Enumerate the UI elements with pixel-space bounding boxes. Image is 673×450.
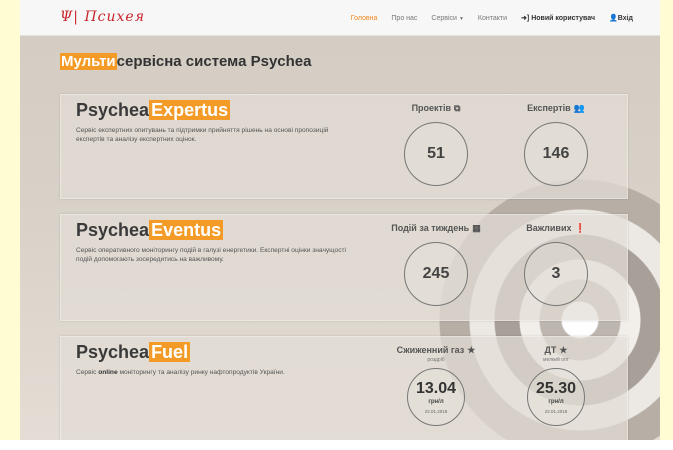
star-icon: ★ bbox=[559, 345, 568, 355]
stat-label-text: Важливих bbox=[526, 223, 572, 233]
stat-unit: грн/л bbox=[428, 398, 444, 405]
stat-value: 25.30 bbox=[535, 379, 577, 397]
calendar-icon: ▦ bbox=[472, 223, 481, 233]
star-icon: ★ bbox=[467, 345, 476, 355]
nav-login[interactable]: 👤Вхід bbox=[602, 14, 640, 22]
page-frame: Ψ| Психея Головна Про нас Сервіси ▼ Конта… bbox=[20, 0, 660, 440]
stat-label: Експертів 👥 bbox=[496, 103, 616, 114]
stat-diesel: ДТ ★ мелкий опт 25.30 грн/л 22.01.2018 bbox=[496, 345, 616, 426]
nav-about[interactable]: Про нас bbox=[384, 15, 424, 22]
nav-services-label: Сервіси bbox=[431, 14, 457, 22]
panel-title-highlight: Expertus bbox=[149, 100, 231, 120]
panel-expertus: Psychea Expertus Сервіс експертних опитув… bbox=[60, 94, 628, 199]
stat-label-text: ДТ bbox=[544, 345, 557, 355]
stat-value: 51 bbox=[427, 145, 445, 162]
navbar: Ψ| Психея Головна Про нас Сервіси ▼ Конта… bbox=[20, 0, 660, 36]
page-title: Мультисервісна система Psychea bbox=[60, 53, 311, 70]
sign-in-icon: ➜] bbox=[521, 15, 532, 22]
desc-post: моніторингу та аналізу ринку нафтопродук… bbox=[117, 369, 285, 376]
panel-title-prefix: Psychea bbox=[76, 342, 150, 362]
panel-description: Сервіс експертних опитувань та підтримки… bbox=[76, 127, 329, 143]
stat-value: 245 bbox=[422, 265, 450, 282]
stat-circle: 13.04 грн/л 22.01.2018 bbox=[407, 368, 465, 426]
stat-label-text: Сжиженний газ bbox=[396, 345, 465, 355]
panel-description: Сервіс online моніторингу та аналізу рин… bbox=[76, 368, 346, 377]
nav-home[interactable]: Головна bbox=[344, 15, 385, 22]
stat-value: 146 bbox=[542, 145, 570, 162]
nav-new-user-label: Новий користувач bbox=[531, 15, 596, 22]
stat-circle: 25.30 грн/л 22.01.2018 bbox=[527, 368, 585, 426]
page-title-highlight: Мульти bbox=[60, 53, 117, 70]
stat-label: Проектів ⧉ bbox=[376, 103, 496, 114]
panel-title-prefix: Psychea bbox=[76, 100, 150, 120]
panel-title[interactable]: Psychea Fuel bbox=[76, 342, 191, 363]
bottom-strip bbox=[0, 440, 673, 450]
nav-services[interactable]: Сервіси ▼ bbox=[424, 15, 470, 22]
nav-links: Головна Про нас Сервіси ▼ Контакти ➜] Нов… bbox=[344, 0, 640, 36]
panel-title-prefix: Psychea bbox=[76, 220, 150, 240]
stat-value: 13.04 bbox=[415, 379, 457, 397]
panel-title-highlight: Eventus bbox=[149, 220, 224, 240]
stat-circle: 3 bbox=[524, 242, 588, 306]
caret-down-icon: ▼ bbox=[458, 15, 464, 22]
panel-title-highlight: Fuel bbox=[149, 342, 191, 362]
exclamation-circle-icon: ❗ bbox=[574, 223, 586, 233]
stat-circle: 146 bbox=[524, 122, 588, 186]
stat-value: 3 bbox=[551, 265, 561, 282]
desc-bold: online bbox=[98, 369, 118, 376]
stat-lpg: Сжиженний газ ★ роздріб 13.04 грн/л 22.01… bbox=[376, 345, 496, 426]
nav-contacts[interactable]: Контакти bbox=[471, 15, 514, 22]
stat-circle: 245 bbox=[404, 242, 468, 306]
stat-date: 22.01.2018 bbox=[544, 408, 568, 414]
panel-description: Сервіс оперативного моніторингу подій в … bbox=[76, 247, 346, 263]
nav-new-user[interactable]: ➜] Новий користувач bbox=[514, 14, 602, 22]
panel-title[interactable]: Psychea Expertus bbox=[76, 100, 231, 121]
stat-events-week: Подій за тиждень ▦ 245 bbox=[376, 223, 496, 306]
stat-label: Подій за тиждень ▦ bbox=[376, 223, 496, 234]
stat-label-text: Експертів bbox=[527, 103, 571, 113]
panel-fuel: Psychea Fuel Сервіс online моніторингу та… bbox=[60, 336, 628, 440]
nav-login-label: Вхід bbox=[617, 15, 633, 22]
page-title-rest: сервісна система Psychea bbox=[116, 53, 312, 70]
stat-unit: грн/л bbox=[548, 398, 564, 405]
panel-eventus: Psychea Eventus Сервіс оперативного моніт… bbox=[60, 214, 628, 321]
users-icon: 👥 bbox=[573, 103, 585, 113]
stat-date: 22.01.2018 bbox=[424, 408, 448, 414]
stat-sublabel: мелкий опт bbox=[543, 357, 569, 363]
stat-important: Важливих ❗ 3 bbox=[496, 223, 616, 306]
stat-circle: 51 bbox=[404, 122, 468, 186]
panel-title[interactable]: Psychea Eventus bbox=[76, 220, 224, 241]
user-icon: 👤 bbox=[609, 15, 618, 22]
desc-pre: Сервіс bbox=[76, 369, 99, 376]
stat-projects: Проектів ⧉ 51 bbox=[376, 103, 496, 186]
sitemap-icon: ⧉ bbox=[453, 103, 461, 113]
logo[interactable]: Ψ| Психея bbox=[60, 9, 145, 25]
stat-label: Важливих ❗ bbox=[496, 223, 616, 234]
stat-sublabel: роздріб bbox=[427, 357, 445, 363]
stat-label-text: Подій за тиждень bbox=[391, 223, 470, 233]
stat-label: Сжиженний газ ★ bbox=[376, 345, 496, 356]
stat-label: ДТ ★ bbox=[496, 345, 616, 356]
stat-experts: Експертів 👥 146 bbox=[496, 103, 616, 186]
stat-label-text: Проектів bbox=[411, 103, 451, 113]
